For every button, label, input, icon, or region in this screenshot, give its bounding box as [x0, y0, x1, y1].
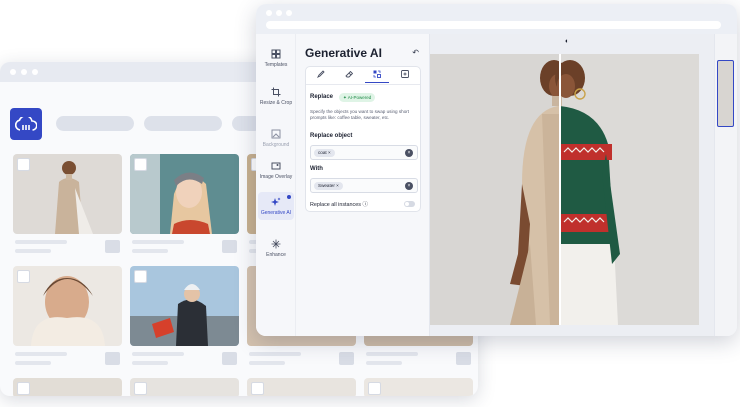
title-placeholder [15, 352, 67, 356]
replace-all-text: Replace all instances [310, 202, 361, 208]
variant-thumbnail[interactable] [717, 60, 734, 127]
image-type-icon [105, 352, 120, 365]
panel-title: Generative AI [305, 46, 382, 60]
select-checkbox[interactable] [251, 382, 264, 395]
select-checkbox[interactable] [368, 382, 381, 395]
chip-remove-icon[interactable]: × [336, 183, 339, 188]
meta-placeholder [249, 361, 285, 365]
pencil-icon [316, 70, 325, 79]
meta-placeholder [15, 249, 51, 253]
window-dot [266, 10, 272, 16]
window-titlebar [256, 4, 737, 34]
chip-remove-icon[interactable]: × [328, 150, 331, 155]
replace-all-toggle[interactable] [404, 201, 415, 207]
window-dot [286, 10, 292, 16]
nav-placeholder [144, 116, 222, 131]
ai-powered-badge: ✦ AI-Powered [339, 93, 376, 102]
tool-background[interactable]: Background [258, 128, 294, 148]
tool-enhance[interactable]: Enhance [258, 238, 294, 258]
tool-image-overlay[interactable]: Image Overlay [258, 160, 294, 180]
chip-label: coat [318, 150, 327, 155]
meta-placeholder [15, 361, 51, 365]
select-checkbox[interactable] [134, 382, 147, 395]
replace-object-label: Replace object [310, 133, 353, 139]
editor-window: Templates Resize & Crop Background Image… [256, 4, 737, 336]
address-bar[interactable] [266, 21, 721, 29]
window-dot [276, 10, 282, 16]
title-placeholder [15, 240, 67, 244]
select-checkbox[interactable] [17, 270, 30, 283]
tool-sidebar: Templates Resize & Crop Background Image… [256, 34, 296, 336]
tool-resize-crop[interactable]: Resize & Crop [258, 86, 294, 106]
meta-placeholder [132, 249, 168, 253]
replace-object-field[interactable]: coat × × [310, 145, 418, 160]
title-placeholder [132, 352, 184, 356]
image-type-icon [339, 352, 354, 365]
replace-card: Replace ✦ AI-Powered Specify the objects… [305, 66, 421, 212]
tab-replace[interactable] [365, 70, 389, 83]
image-type-icon [222, 240, 237, 253]
with-label: With [310, 166, 323, 172]
replace-description: Specify the objects you want to swap usi… [310, 109, 410, 120]
enhance-icon [271, 239, 281, 249]
select-checkbox[interactable] [134, 270, 147, 283]
image-canvas[interactable]: ◐ [430, 34, 737, 336]
tab-erase[interactable] [337, 70, 361, 83]
clear-icon[interactable]: × [405, 149, 413, 157]
tab-draw[interactable] [309, 70, 333, 83]
ai-powered-badge-label: AI-Powered [347, 95, 372, 100]
nav-placeholder [56, 116, 134, 131]
info-icon[interactable]: ⓘ [362, 202, 367, 208]
cloud-logo-icon[interactable] [10, 108, 42, 140]
section-title: Replace [310, 94, 334, 100]
crop-icon [271, 87, 281, 97]
with-field[interactable]: Sweater × × [310, 178, 418, 193]
before-after-image[interactable] [430, 54, 699, 325]
meta-placeholder [366, 361, 402, 365]
chip-label: Sweater [318, 183, 335, 188]
overlay-icon [271, 162, 281, 170]
image-type-icon [456, 352, 471, 365]
select-checkbox[interactable] [134, 158, 147, 171]
tool-label: Enhance [266, 252, 286, 258]
ai-tabs [306, 67, 420, 85]
variant-strip [714, 34, 737, 336]
tool-label: Templates [264, 62, 288, 68]
clear-icon[interactable]: × [405, 182, 413, 190]
generative-ai-panel: Generative AI ↶ Replace ✦ AI-Powered Spe… [296, 34, 430, 336]
add-image-icon [401, 70, 409, 78]
tool-label: Generative AI [260, 210, 292, 216]
select-checkbox[interactable] [17, 382, 30, 395]
compare-icon[interactable]: ◐ [565, 38, 569, 45]
replace-icon [373, 70, 381, 78]
background-icon [271, 129, 281, 139]
tool-templates[interactable]: Templates [258, 48, 294, 68]
image-type-icon [222, 352, 237, 365]
tool-generative-ai[interactable]: Generative AI [258, 192, 294, 220]
templates-icon [271, 49, 281, 59]
title-placeholder [366, 352, 418, 356]
title-placeholder [249, 352, 301, 356]
with-chip[interactable]: Sweater × [314, 182, 343, 190]
window-dot [32, 69, 38, 75]
sparkle-icon: ✦ [343, 95, 347, 100]
replace-all-label: Replace all instances ⓘ [310, 200, 368, 208]
object-chip[interactable]: coat × [314, 149, 335, 157]
title-placeholder [132, 240, 184, 244]
window-dot [21, 69, 27, 75]
select-checkbox[interactable] [17, 158, 30, 171]
sparkle-icon [271, 197, 281, 206]
image-type-icon [105, 240, 120, 253]
active-badge [287, 195, 291, 199]
window-dot [10, 69, 16, 75]
tool-label: Background [262, 142, 290, 148]
tab-add-object[interactable] [393, 70, 417, 83]
tool-label: Resize & Crop [259, 100, 293, 106]
meta-placeholder [132, 361, 168, 365]
tool-label: Image Overlay [259, 174, 293, 180]
undo-icon[interactable]: ↶ [412, 48, 419, 57]
eraser-icon [345, 70, 354, 78]
